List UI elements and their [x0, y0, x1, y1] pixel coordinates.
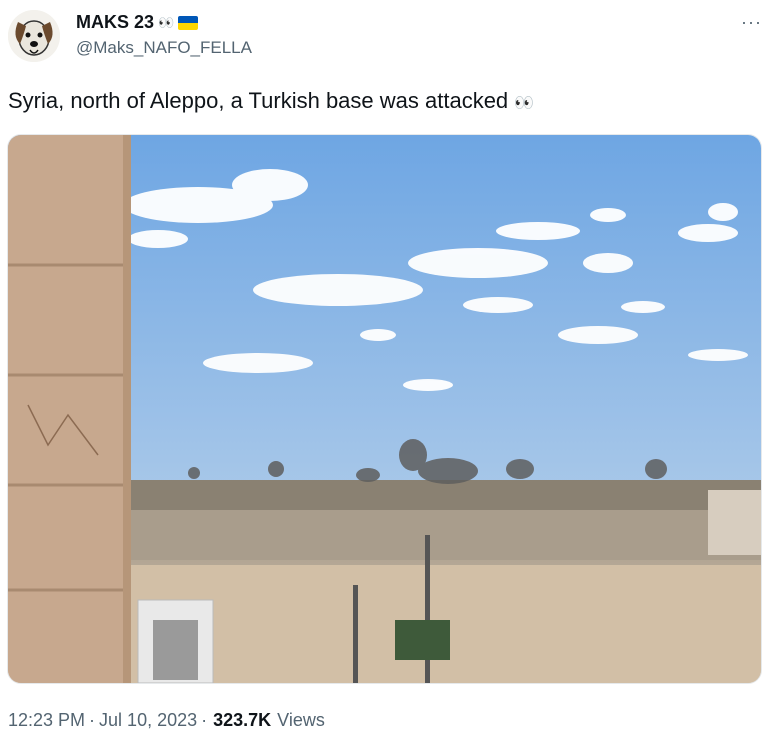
more-options-button[interactable]: ··· — [741, 12, 762, 33]
tweet-meta: 12:23 PM · Jul 10, 2023 · 323.7K Views — [8, 710, 325, 731]
tweet-photo[interactable] — [7, 134, 762, 684]
tweet-time[interactable]: 12:23 PM — [8, 710, 85, 731]
tweet-date[interactable]: Jul 10, 2023 — [99, 710, 197, 731]
tweet-text: Syria, north of Aleppo, a Turkish base w… — [8, 88, 534, 114]
author-display-name[interactable]: MAKS 23 — [76, 12, 154, 33]
views-label: Views — [277, 710, 325, 730]
eyes-emoji-icon: 👀 — [158, 15, 175, 30]
views-count: 323.7K — [213, 710, 272, 730]
eyes-emoji-icon: 👀 — [514, 95, 535, 112]
author-name-row: MAKS 23 👀 — [76, 12, 199, 33]
photo-icon — [8, 135, 761, 683]
tweet-text-content: Syria, north of Aleppo, a Turkish base w… — [8, 88, 509, 113]
dog-avatar-icon — [8, 10, 60, 62]
author-avatar[interactable] — [8, 10, 60, 62]
meta-separator: · — [201, 710, 208, 730]
ukraine-flag-icon — [178, 15, 199, 30]
author-handle[interactable]: @Maks_NAFO_FELLA — [76, 38, 252, 58]
meta-separator: · — [89, 710, 96, 730]
